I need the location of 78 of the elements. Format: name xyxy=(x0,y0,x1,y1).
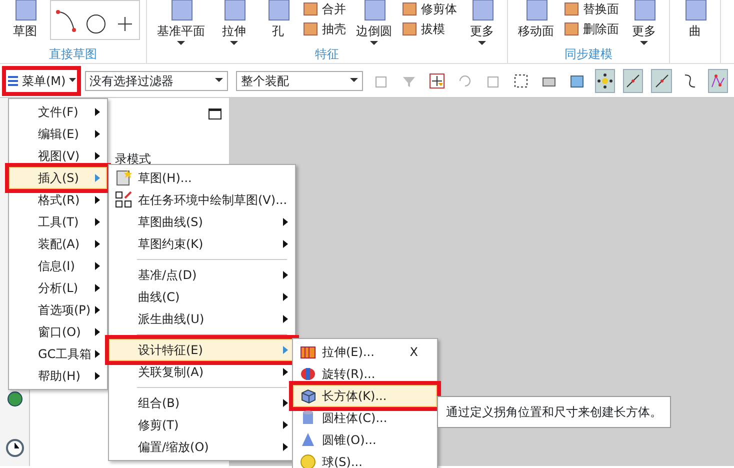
menu-item[interactable]: 首选项(P) xyxy=(9,299,107,321)
menu-item[interactable]: 草图(H)... xyxy=(109,167,295,189)
solid-icon xyxy=(564,22,580,36)
line-icon xyxy=(625,72,642,88)
sketch-task-icon xyxy=(115,191,133,209)
ribbon-button[interactable]: 更多 xyxy=(463,0,501,46)
ribbon-button[interactable]: 替换面 xyxy=(564,0,619,18)
tooltip: 通过定义拐角位置和尺寸来创建长方体。 xyxy=(437,396,671,428)
menu-button[interactable]: 菜单(M) xyxy=(6,70,77,92)
ribbon-button[interactable]: 更多 xyxy=(625,0,663,46)
menu-item[interactable]: 编辑(E) xyxy=(9,123,107,145)
menu-item[interactable]: 文件(F) xyxy=(9,101,107,123)
menu-icon xyxy=(7,74,19,86)
ribbon-button[interactable]: 拉伸 xyxy=(215,0,253,46)
toolbar-button[interactable] xyxy=(651,68,672,92)
points-icon xyxy=(596,72,613,88)
caret-icon xyxy=(370,40,378,46)
solid-icon xyxy=(303,22,319,36)
solid-icon xyxy=(402,22,418,36)
snap-icon xyxy=(428,72,445,88)
solid-icon xyxy=(564,2,580,16)
dropdown[interactable]: 没有选择过滤器 xyxy=(84,70,228,90)
ribbon-button[interactable]: 基准平面 xyxy=(153,0,209,46)
group-label: 特征 xyxy=(314,47,340,63)
caret-icon xyxy=(640,40,648,46)
ribbon-button[interactable]: 移动面 xyxy=(514,0,558,40)
line-icon xyxy=(654,72,670,88)
caret-icon xyxy=(177,40,185,46)
solid-icon xyxy=(303,2,319,16)
menu-item[interactable]: 分析(L) xyxy=(9,277,107,299)
globe-icon xyxy=(6,390,24,408)
dropdown[interactable]: 整个装配 xyxy=(236,70,363,90)
menu-item[interactable]: 格式(R) xyxy=(9,189,107,211)
navigator-text: 录模式 xyxy=(115,151,151,168)
ribbon-button[interactable]: 合并 xyxy=(303,0,346,18)
caret-icon xyxy=(68,78,76,83)
cube-icon xyxy=(299,387,317,405)
menu-item[interactable]: 在任务环境中绘制草图(V)... xyxy=(109,189,295,211)
menu-item[interactable]: 基准/点(D) xyxy=(109,264,295,286)
graph-icon xyxy=(710,72,726,88)
shortcut-text: X xyxy=(410,344,418,361)
maximize-icon xyxy=(208,108,222,120)
menu-item[interactable]: 信息(I) xyxy=(9,255,107,277)
solid-icon xyxy=(402,2,418,16)
revolve-icon xyxy=(299,365,317,383)
ribbon-button[interactable]: 删除面 xyxy=(564,20,619,38)
ribbon-button[interactable]: 孔 xyxy=(259,0,297,40)
clock-icon xyxy=(5,438,25,458)
menu-item[interactable]: 派生曲线(U) xyxy=(109,308,295,330)
select-box-icon xyxy=(512,72,529,88)
ribbon-button[interactable]: 边倒圆 xyxy=(352,0,396,46)
group-label: 直接草图 xyxy=(48,47,98,63)
menu-item[interactable]: 圆锥(O)... xyxy=(293,429,437,451)
toolbar-button[interactable] xyxy=(594,68,616,92)
caret-icon xyxy=(350,78,358,83)
menu-item[interactable]: 拉伸(E)... X xyxy=(293,341,437,363)
menu-item[interactable]: 帮助(H) xyxy=(9,365,107,387)
menu-item[interactable]: 曲线(C) xyxy=(109,286,295,308)
menu-item[interactable]: 装配(A) xyxy=(9,233,107,255)
menu-item[interactable]: 圆柱体(C)... xyxy=(293,407,437,429)
cone-icon xyxy=(299,431,317,449)
caret-icon xyxy=(230,40,238,46)
sketch-icon xyxy=(115,169,133,187)
ribbon-button[interactable]: 修剪体 xyxy=(402,0,457,18)
rotate-icon xyxy=(456,72,473,88)
caret-icon xyxy=(478,40,486,46)
ribbon-button[interactable]: 曲 xyxy=(676,0,714,40)
group-label: 同步建模 xyxy=(564,47,614,63)
menu-item[interactable]: 球(S)... xyxy=(293,451,437,468)
menu-item[interactable]: 工具(T) xyxy=(9,211,107,233)
menu-item[interactable]: 草图约束(K) xyxy=(109,233,295,255)
ribbon-button[interactable]: 拔模 xyxy=(402,20,457,38)
caret-icon xyxy=(215,78,224,83)
cube-icon xyxy=(568,72,585,88)
toolbar-button[interactable] xyxy=(623,68,644,92)
ribbon-button[interactable]: 抽壳 xyxy=(303,20,346,38)
menu-item[interactable]: 草图曲线(S) xyxy=(109,211,295,233)
ribbon-button[interactable]: 草图 xyxy=(6,0,44,40)
